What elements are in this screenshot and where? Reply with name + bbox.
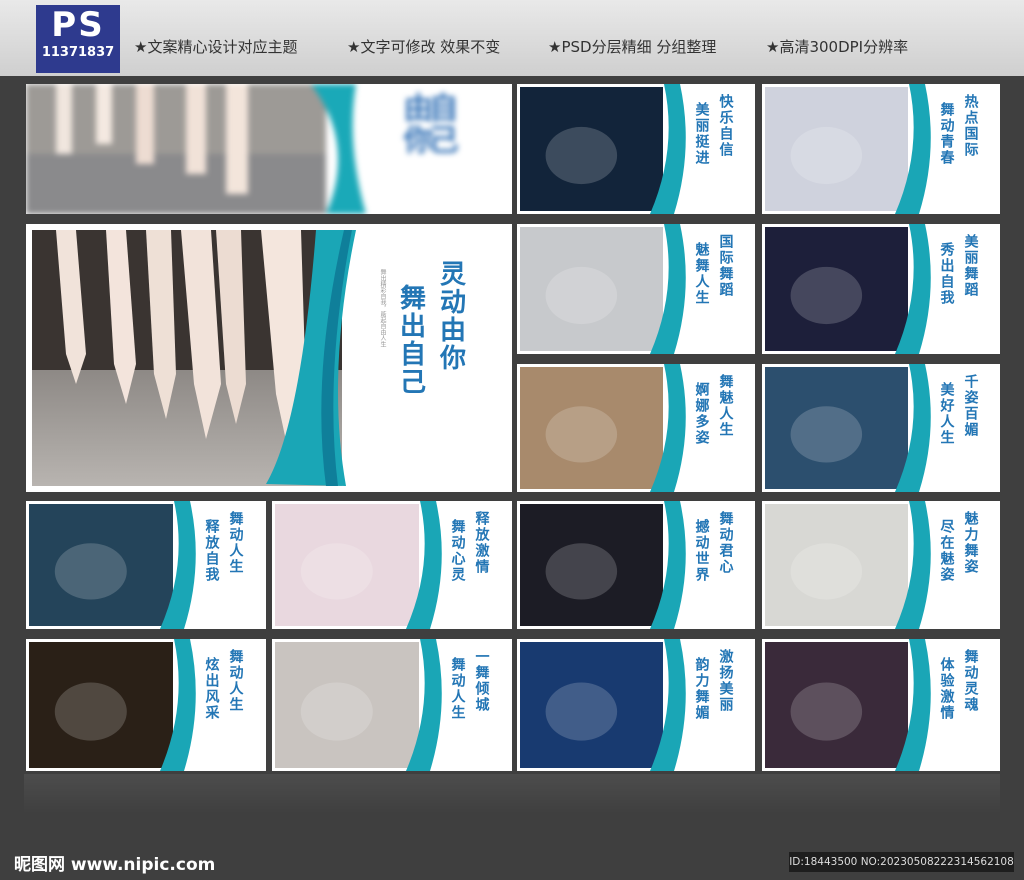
slogan-panel-8: 舞动心灵 释放激情 (272, 501, 512, 629)
slogan-line2: 尽在魅姿 (938, 519, 955, 583)
slogan-line1: 舞动人生 (227, 511, 244, 575)
hero-subtitle: 舞出精彩自我，踮起自由人生 (379, 269, 386, 347)
image-id: ID:18443500 NO:20230508222314562108 (789, 852, 1014, 872)
slogan-panel-4: 秀出自我 美丽舞蹈 (762, 224, 1000, 354)
slogan-line2: 舞动心灵 (449, 519, 466, 583)
slogan-panel-12: 舞动人生 一舞倾城 (272, 639, 512, 771)
slogan-line2: 美丽挺进 (693, 102, 710, 166)
ps-logo: PS 11371837 (36, 5, 120, 73)
slogan-line2: 撼动世界 (693, 519, 710, 583)
slogan-line1: 快乐自信 (717, 94, 734, 158)
slogan-panel-11: 炫出风采 舞动人生 (26, 639, 266, 771)
slogan-line1: 国际舞蹈 (717, 234, 734, 298)
slogan-panel-1: 美丽挺进 快乐自信 (517, 84, 755, 214)
slogan-line2: 秀出自我 (938, 242, 955, 306)
feature-text-1: ★文案精心设计对应主题 (134, 38, 298, 56)
ps-logo-number: 11371837 (41, 45, 115, 60)
hero-title-line1: 灵动由你 (435, 260, 466, 372)
slogan-line2: 美好人生 (938, 382, 955, 446)
slogan-line1: 热点国际 (962, 94, 979, 158)
slogan-line2: 舞动人生 (449, 657, 466, 721)
slogan-line2: 体验激情 (938, 657, 955, 721)
blurred-title-2: 自己 (422, 92, 458, 156)
slogan-panel-3: 魅舞人生 国际舞蹈 (517, 224, 755, 354)
feature-text-2: ★文字可修改 效果不变 (347, 38, 501, 56)
slogan-panel-6: 美好人生 千姿百媚 (762, 364, 1000, 492)
slogan-panel-14: 体验激情 舞动灵魂 (762, 639, 1000, 771)
slogan-line2: 舞动青春 (938, 102, 955, 166)
hero-panel: 舞出精彩自我，踮起自由人生 舞出自己 灵动由你 (26, 224, 512, 492)
slogan-line2: 魅舞人生 (693, 242, 710, 306)
slogan-line1: 舞动灵魂 (962, 649, 979, 713)
slogan-line1: 千姿百媚 (962, 374, 979, 438)
ps-logo-text: PS (51, 5, 105, 45)
nipic-logo: 昵图网 www.nipic.com (14, 855, 216, 875)
slogan-panel-9: 撼动世界 舞动君心 (517, 501, 755, 629)
slogan-line2: 炫出风采 (203, 657, 220, 721)
slogan-line1: 舞动君心 (717, 511, 734, 575)
blurred-panel: 由你 自己 (26, 84, 512, 214)
slogan-line1: 魅力舞姿 (962, 511, 979, 575)
hero-title-line2: 舞出自己 (395, 284, 426, 396)
slogan-line2: 婀娜多姿 (693, 382, 710, 446)
slogan-line1: 美丽舞蹈 (962, 234, 979, 298)
slogan-panel-2: 舞动青春 热点国际 (762, 84, 1000, 214)
feature-text-3: ★PSD分层精细 分组整理 (548, 38, 717, 56)
slogan-line2: 韵力舞媚 (693, 657, 710, 721)
slogan-line1: 舞魅人生 (717, 374, 734, 438)
slogan-line1: 舞动人生 (227, 649, 244, 713)
reflection (24, 774, 1000, 814)
slogan-line1: 释放激情 (473, 511, 490, 575)
slogan-panel-7: 释放自我 舞动人生 (26, 501, 266, 629)
slogan-line1: 激扬美丽 (717, 649, 734, 713)
slogan-panel-10: 尽在魅姿 魅力舞姿 (762, 501, 1000, 629)
slogan-line1: 一舞倾城 (473, 649, 490, 713)
feature-text-4: ★高清300DPI分辨率 (766, 38, 909, 56)
slogan-line2: 释放自我 (203, 519, 220, 583)
slogan-panel-5: 婀娜多姿 舞魅人生 (517, 364, 755, 492)
top-banner: PS 11371837 ★文案精心设计对应主题 ★文字可修改 效果不变 ★PSD… (0, 0, 1024, 76)
slogan-panel-13: 韵力舞媚 激扬美丽 (517, 639, 755, 771)
